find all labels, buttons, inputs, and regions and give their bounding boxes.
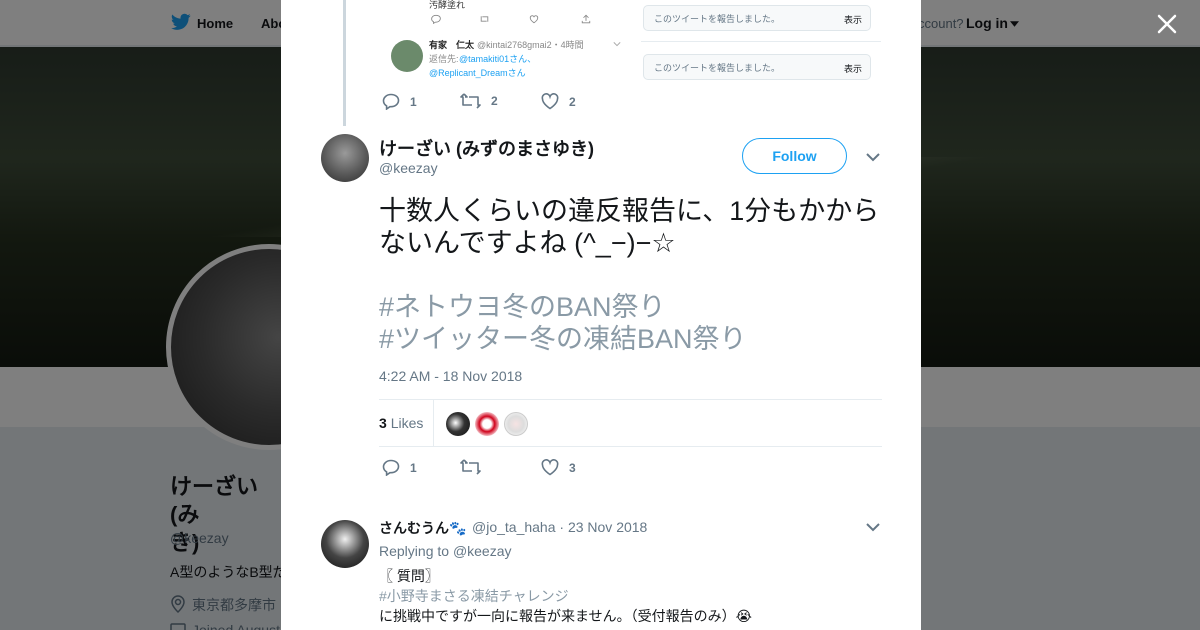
screenshot-left-column: 汚酵塗れ 有家 仁太 @kintai2768gmai2・4時間 返信先: @ta… [379,0,631,86]
tweet-author-avatar[interactable] [321,134,369,182]
screenshot-user-name: 有家 仁太 [429,40,475,50]
screenshot-divider [641,41,881,42]
reply-hashtag-link[interactable]: #小野寺まさる凍結チャレンジ [379,586,569,606]
reply-icon [382,459,400,476]
liker-avatar[interactable] [446,412,470,436]
tweet-stats-bar: 3 Likes [379,399,882,447]
reply-text-line-1: 〖 質問〗 [379,568,439,584]
close-icon[interactable] [1155,12,1179,36]
retweet-button[interactable] [460,459,491,475]
screenshot-reply-link-2: @Replicant_Dreamさん [429,68,526,78]
parent-retweet-button[interactable]: 2 [460,93,498,109]
stats-divider [433,400,434,446]
reply-button[interactable]: 1 [382,459,417,476]
tweet-author-handle[interactable]: @keezay [379,160,438,176]
notice-text: このツイートを報告しました。 [654,63,781,73]
screenshot-chevron-icon [613,42,621,47]
screenshot-user-avatar [391,40,423,72]
likes-count: 3 [379,415,387,431]
parent-retweet-count: 2 [491,94,498,108]
screenshot-reply-link-1: @tamakiti01さん、 [459,54,537,64]
notice-show-label: 表示 [843,64,862,74]
chevron-down-icon[interactable] [864,518,882,536]
reply-author-name[interactable]: さんむうん🐾 [379,518,466,538]
share-icon [581,14,591,24]
tweet-timestamp[interactable]: 4:22 AM - 18 Nov 2018 [379,368,522,384]
likes-count-link[interactable]: 3 Likes [379,415,423,431]
chevron-down-icon[interactable] [864,148,882,166]
retweet-icon [480,16,489,22]
tweet-author-name[interactable]: けーざい (みずのまさゆき) [379,135,594,161]
screenshot-reply-prefix: 返信先: [429,54,459,64]
screenshot-report-notice-2: このツイートを報告しました。 表示 [643,54,871,80]
notice-show-label: 表示 [843,15,862,25]
parent-reply-count: 1 [410,94,417,109]
reply-count: 1 [410,460,417,475]
heart-icon [529,15,539,24]
likes-label: Likes [390,415,424,431]
thread-connector-line [343,0,346,126]
liker-avatar[interactable] [504,412,528,436]
reply-text-line-3: に挑戦中ですが一向に報告が来ません。（受付報告のみ）😭 [379,608,752,624]
screenshot-user-handle: @kintai2768gmai2・4時間 [477,40,584,50]
replying-to-handle-link[interactable]: @keezay [453,543,512,559]
parent-reply-button[interactable]: 1 [382,93,417,110]
heart-icon [541,459,559,476]
screenshot-top-text: 汚酵塗れ [429,0,466,10]
reply-icon [382,93,400,110]
hashtag-link-1[interactable]: #ネトウヨ冬のBAN祭り [379,291,666,323]
heart-icon [541,93,559,110]
like-count: 3 [569,460,576,475]
like-button[interactable]: 3 [541,459,576,476]
reply-icon [431,14,441,24]
retweet-icon [460,93,481,109]
parent-like-count: 2 [569,94,576,109]
reply-author-handle-date[interactable]: @jo_ta_haha · 23 Nov 2018 [472,519,647,535]
notice-text: このツイートを報告しました。 [654,14,781,24]
reply-author-avatar[interactable] [321,520,369,568]
tweet-permalink-modal: 汚酵塗れ 有家 仁太 @kintai2768gmai2・4時間 返信先: @ta… [281,0,921,630]
follow-button[interactable]: Follow [742,138,847,174]
liker-avatar[interactable] [475,412,499,436]
retweet-icon [460,459,481,475]
tweet-text: 十数人くらいの違反報告に、1分もかからないんですよね (^_−)−☆ [379,196,880,258]
screenshot-report-notice-1: このツイートを報告しました。 表示 [643,5,871,31]
attached-screenshot-image[interactable]: 汚酵塗れ 有家 仁太 @kintai2768gmai2・4時間 返信先: @ta… [379,0,881,86]
replying-to: Replying to @keezay [379,543,512,559]
screenshot-right-column: このツイートを報告しました。 表示 このツイートを報告しました。 表示 [641,0,881,86]
parent-like-button[interactable]: 2 [541,93,576,110]
hashtag-link-2[interactable]: #ツイッター冬の凍結BAN祭り [379,323,747,355]
replying-to-prefix: Replying to [379,543,450,559]
